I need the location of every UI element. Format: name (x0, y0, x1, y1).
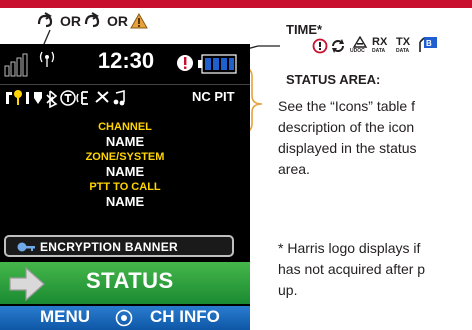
display-text-block: CHANNEL NAME ZONE/SYSTEM NAME PTT TO CAL… (0, 120, 250, 210)
description-line: description of the icon (278, 119, 415, 135)
arrow-right-icon (9, 266, 45, 302)
footnote-line: has not acquired after p (278, 261, 426, 277)
description-line: displayed in the status (278, 140, 417, 156)
antenna-icon (6, 92, 12, 104)
rx-data-sub: DATA (372, 48, 386, 54)
description-line: area. (278, 161, 310, 177)
menu-softkey[interactable]: MENU (40, 307, 90, 327)
svg-text:B: B (426, 39, 432, 48)
softkey-menu-bar: MENU CH INFO (0, 306, 250, 330)
encryption-key-icon (17, 242, 35, 252)
harris-logo-icon: B (419, 37, 437, 52)
radio-display: 12:30 NC PIT CHANNEL NAME ZONE/SYSTEM NA… (0, 44, 250, 330)
status-softkey-bar[interactable]: STATUS (0, 262, 250, 304)
status-area-title: STATUS AREA: (286, 72, 381, 87)
ptt-to-call-label: PTT TO CALL (89, 181, 161, 193)
status-bar: 12:30 (0, 44, 250, 84)
channel-name: NAME (105, 134, 145, 149)
ptt-to-call-name: NAME (105, 194, 145, 209)
alert-circle-icon (312, 38, 328, 54)
ch-info-softkey[interactable]: CH INFO (150, 307, 220, 327)
footnote-line: up. (278, 282, 298, 298)
icon-row: NC PIT (0, 84, 250, 111)
sync-icon (332, 39, 344, 53)
time-callout-label: TIME* (286, 22, 323, 37)
key-icon (34, 92, 42, 104)
zone-system-label: ZONE/SYSTEM (85, 151, 165, 163)
navigation-pad-icon[interactable] (114, 309, 134, 327)
tx-data-label: TX (396, 36, 411, 48)
encryption-banner-label: ENCRYPTION BANNER (40, 240, 178, 254)
udoc-icon (352, 36, 368, 48)
tx-data-sub: DATA (396, 48, 410, 54)
footnote-line: * Harris logo displays if (278, 240, 421, 256)
status-label: STATUS (86, 268, 174, 293)
broadcast-icon (39, 51, 55, 67)
battery-icon (198, 54, 237, 74)
rx-data-label: RX (372, 36, 388, 48)
udoc-label: UDOC (350, 48, 365, 54)
harris-footnote: * Harris logo displays if has not acquir… (278, 238, 472, 301)
zone-system-name: NAME (105, 164, 145, 179)
signal-strength-icon (4, 53, 28, 77)
encryption-banner: ENCRYPTION BANNER (4, 235, 234, 257)
emergency-alert-icon (177, 55, 193, 71)
status-icons (6, 89, 125, 108)
status-area-description: See the “Icons” table f description of t… (278, 96, 472, 180)
nc-pit-label: NC PIT (192, 89, 235, 104)
time-display: 12:30 (97, 48, 155, 73)
description-line: See the “Icons” table f (278, 98, 415, 114)
channel-label: CHANNEL (98, 121, 152, 133)
